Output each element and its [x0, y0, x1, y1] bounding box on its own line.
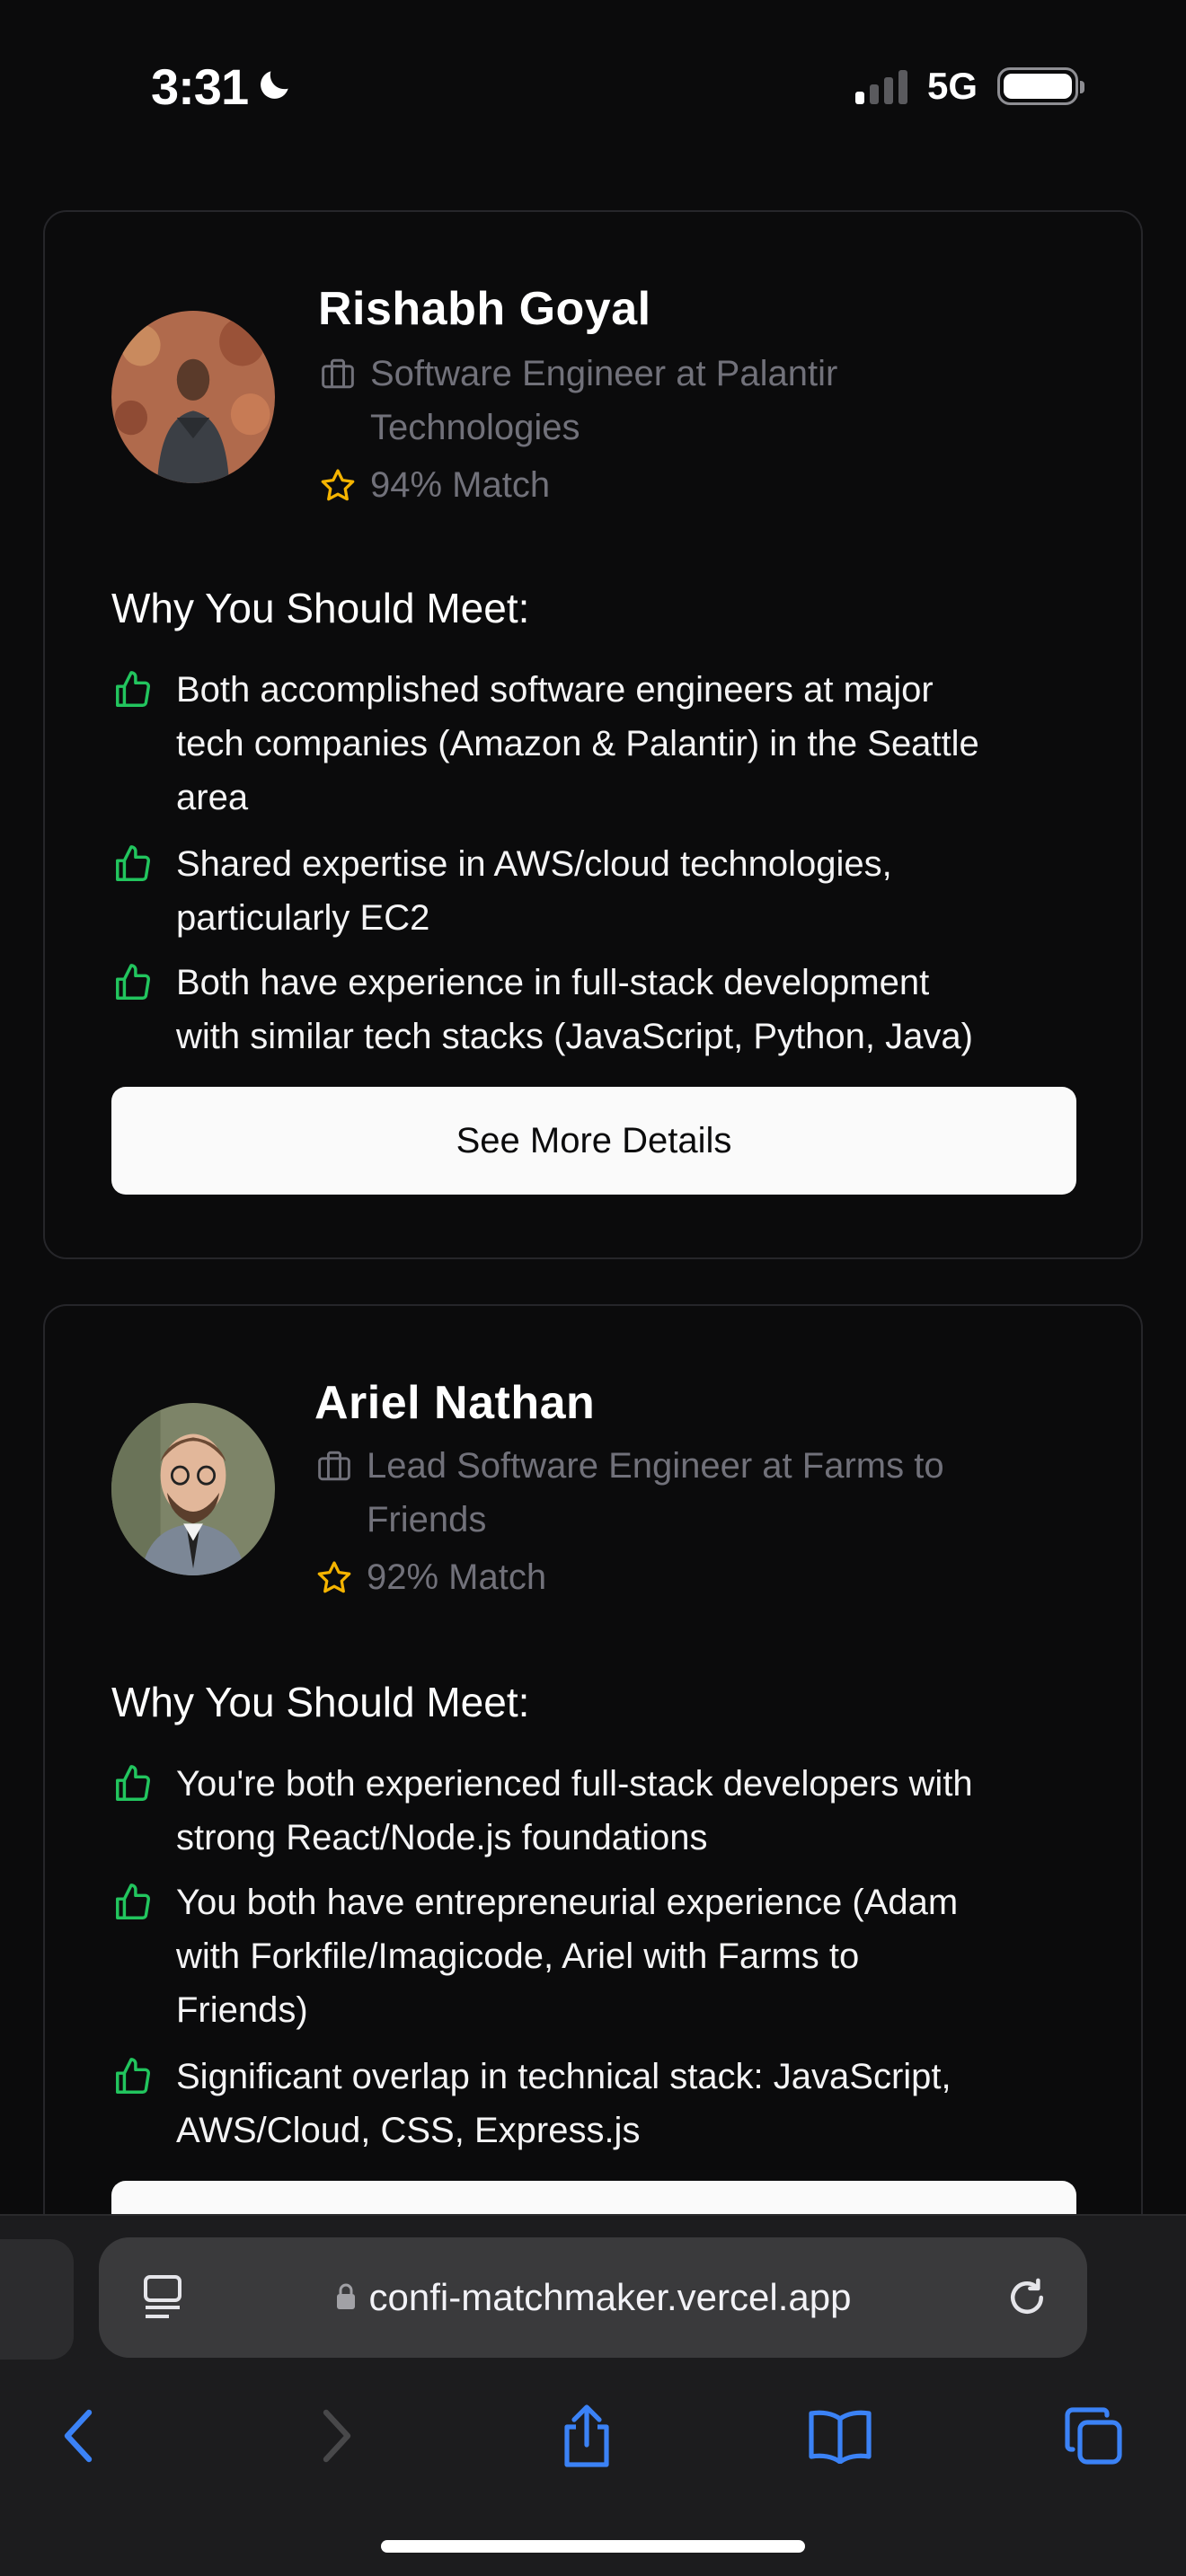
lock-icon	[335, 2276, 357, 2319]
person-name: Rishabh Goyal	[318, 283, 651, 335]
signal-icon	[854, 68, 907, 104]
why-meet-heading: Why You Should Meet:	[111, 1679, 530, 1725]
match-score: 94% Match	[318, 465, 550, 506]
reload-icon[interactable]	[1003, 2273, 1051, 2322]
browser-toolbar: confi-matchmaker.vercel.app	[0, 2214, 1186, 2576]
forward-icon[interactable]	[296, 2395, 377, 2476]
tabs-icon[interactable]	[1053, 2395, 1134, 2476]
match-card: Rishabh Goyal Software Engineer at Palan…	[43, 210, 1143, 1259]
reason-item: Shared expertise in AWS/cloud technologi…	[111, 837, 1109, 945]
network-label: 5G	[926, 65, 978, 107]
why-meet-heading: Why You Should Meet:	[111, 585, 530, 631]
job-title: Lead Software Engineer at Farms to Frien…	[314, 1439, 1033, 1547]
url-display[interactable]: confi-matchmaker.vercel.app	[99, 2276, 1087, 2319]
page: 3:31 5G Rishabh Goyal Software Engineer …	[0, 0, 1186, 2576]
thumbs-up-icon	[111, 956, 155, 1010]
browser-nav	[0, 2395, 1186, 2494]
thumbs-up-icon	[111, 837, 155, 891]
address-bar[interactable]: confi-matchmaker.vercel.app	[99, 2237, 1087, 2358]
thumbs-up-icon	[111, 663, 155, 717]
avatar	[111, 311, 275, 483]
share-icon[interactable]	[546, 2395, 627, 2476]
avatar	[111, 1403, 275, 1575]
star-icon	[314, 1558, 354, 1598]
thumbs-up-icon	[111, 2050, 155, 2104]
thumbs-up-icon	[111, 1875, 155, 1929]
clock-text: 3:31	[151, 58, 249, 115]
moon-icon	[255, 57, 295, 116]
status-indicators: 5G	[854, 65, 1084, 108]
reason-item: You're both experienced full-stack devel…	[111, 1757, 1109, 1865]
match-score: 92% Match	[314, 1557, 546, 1598]
thumbs-up-icon	[111, 1757, 155, 1811]
bookmarks-icon[interactable]	[800, 2395, 881, 2476]
status-time: 3:31	[151, 57, 295, 116]
person-name: Ariel Nathan	[314, 1377, 596, 1429]
job-title: Software Engineer at Palantir Technologi…	[318, 347, 1001, 454]
briefcase-icon	[314, 1439, 354, 1493]
reason-item: Both accomplished software engineers at …	[111, 663, 1109, 825]
briefcase-icon	[318, 347, 358, 401]
star-icon	[318, 466, 358, 506]
previous-tab-peek[interactable]	[0, 2239, 74, 2360]
reason-item: Significant overlap in technical stack: …	[111, 2050, 1109, 2157]
reason-item: Both have experience in full-stack devel…	[111, 956, 1109, 1063]
home-indicator[interactable]	[381, 2540, 805, 2553]
battery-icon	[997, 67, 1084, 105]
reason-item: You both have entrepreneurial experience…	[111, 1875, 1109, 2037]
see-more-details-button[interactable]: See More Details	[111, 1087, 1076, 1195]
back-icon[interactable]	[38, 2395, 119, 2476]
